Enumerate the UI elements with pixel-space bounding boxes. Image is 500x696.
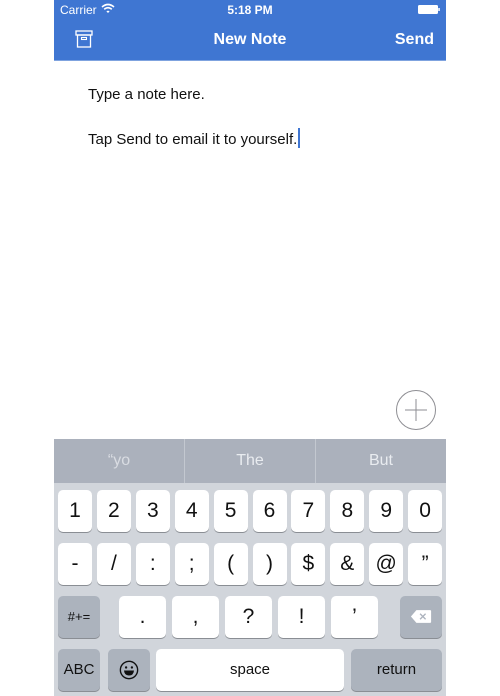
suggestion-item[interactable]: “yo (54, 439, 185, 483)
note-editor[interactable]: Type a note here. Tap Send to email it t… (88, 86, 428, 173)
top-bar: Carrier 5:18 PM New Note Send (54, 0, 446, 61)
number-key[interactable]: 6 (252, 490, 287, 532)
suggestion-item[interactable]: But (316, 439, 446, 483)
keyboard: #+= ABC space return 1 2 3 4 5 6 7 8 9 0 - /:;() $ & @… (54, 483, 446, 696)
abc-key[interactable]: ABC (58, 649, 100, 691)
symbol-key[interactable]: & (330, 543, 365, 585)
punctuation-key[interactable]: ! (278, 596, 325, 638)
backspace-key[interactable] (400, 596, 442, 638)
number-key[interactable]: 3 (135, 490, 170, 532)
return-key[interactable]: return (351, 649, 442, 691)
symbols-toggle-key[interactable]: #+= (58, 596, 100, 638)
plus-circle-icon[interactable] (395, 389, 437, 431)
punctuation-key[interactable]: , (172, 596, 219, 638)
number-key[interactable]: 1 (58, 490, 92, 532)
symbol-key[interactable]: $ (291, 543, 326, 585)
symbol-key[interactable]: : (135, 543, 170, 585)
suggestion-item[interactable]: The (185, 439, 316, 483)
number-key[interactable]: 5 (213, 490, 248, 532)
number-key[interactable]: 9 (369, 490, 404, 532)
symbol-key[interactable]: / (96, 543, 131, 585)
symbol-key[interactable]: ; (174, 543, 209, 585)
battery-icon (418, 5, 440, 14)
suggestion-bar: “yo The But (54, 439, 446, 483)
symbol-key[interactable]: ” (408, 543, 443, 585)
punctuation-key[interactable]: . (119, 596, 166, 638)
text-caret (298, 128, 301, 148)
status-time: 5:18 PM (227, 3, 273, 17)
number-key[interactable]: 2 (96, 490, 131, 532)
symbol-key[interactable]: ( (213, 543, 248, 585)
symbol-key[interactable]: ) (252, 543, 287, 585)
phone-screen: Carrier 5:18 PM New Note Send Type a not… (54, 0, 446, 696)
page-title: New Note (213, 31, 287, 48)
note-line: Tap Send to email it to yourself. (88, 128, 428, 149)
space-key[interactable]: space (156, 649, 344, 691)
number-key[interactable]: 8 (330, 490, 365, 532)
symbol-key[interactable]: @ (369, 543, 404, 585)
nav-bar: New Note Send (54, 20, 446, 60)
send-button[interactable]: Send (395, 31, 434, 49)
note-line: Type a note here. (88, 86, 205, 103)
punctuation-key[interactable]: ’ (331, 596, 378, 638)
backspace-icon (410, 610, 432, 623)
punctuation-key[interactable]: ? (225, 596, 272, 638)
number-key[interactable]: 7 (291, 490, 326, 532)
status-bar: Carrier 5:18 PM (54, 0, 446, 20)
note-line-text: Tap Send to email it to yourself. (88, 131, 298, 148)
emoji-icon (119, 660, 139, 680)
emoji-key[interactable] (108, 649, 150, 691)
number-key[interactable]: 0 (408, 490, 443, 532)
symbol-key[interactable]: - (58, 543, 92, 585)
number-key[interactable]: 4 (174, 490, 209, 532)
